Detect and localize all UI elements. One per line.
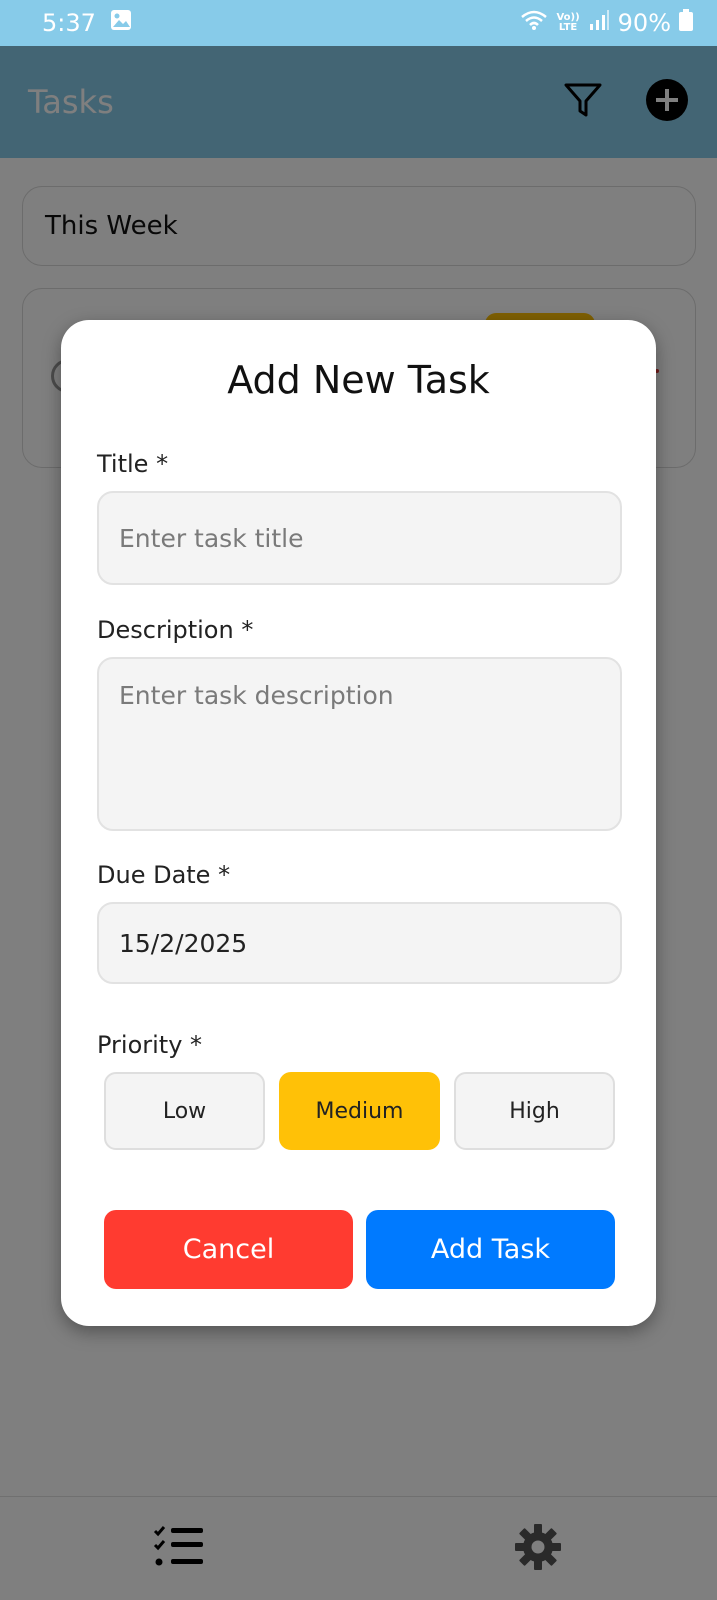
add-task-button[interactable]: Add Task bbox=[366, 1210, 615, 1289]
dialog-title: Add New Task bbox=[227, 358, 490, 402]
priority-low-button[interactable]: Low bbox=[104, 1072, 265, 1150]
signal-icon bbox=[588, 9, 610, 37]
task-title-input[interactable] bbox=[97, 491, 622, 585]
title-label: Title * bbox=[97, 450, 169, 478]
battery-icon bbox=[679, 9, 693, 37]
priority-high-button[interactable]: High bbox=[454, 1072, 615, 1150]
priority-medium-button[interactable]: Medium bbox=[279, 1072, 440, 1150]
due-date-field[interactable]: 15/2/2025 bbox=[97, 902, 622, 984]
volte-indicator: Vo)) LTE bbox=[556, 13, 579, 33]
task-description-input[interactable] bbox=[97, 657, 622, 831]
lte-label: LTE bbox=[558, 22, 578, 33]
battery-percent: 90% bbox=[617, 9, 671, 37]
status-bar: 5:37 Vo)) LTE 90% bbox=[0, 0, 717, 46]
due-date-label: Due Date * bbox=[97, 861, 231, 889]
status-time: 5:37 bbox=[42, 9, 96, 37]
cancel-button[interactable]: Cancel bbox=[104, 1210, 353, 1289]
screen: 5:37 Vo)) LTE 90% Add New Task Title * E… bbox=[0, 0, 717, 1600]
wifi-icon bbox=[520, 9, 548, 37]
gallery-notification-icon bbox=[110, 9, 132, 37]
priority-label: Priority * bbox=[97, 1031, 203, 1059]
add-task-dialog: Add New Task Title * Description * Due D… bbox=[61, 320, 656, 1326]
description-label: Description * bbox=[97, 616, 254, 644]
